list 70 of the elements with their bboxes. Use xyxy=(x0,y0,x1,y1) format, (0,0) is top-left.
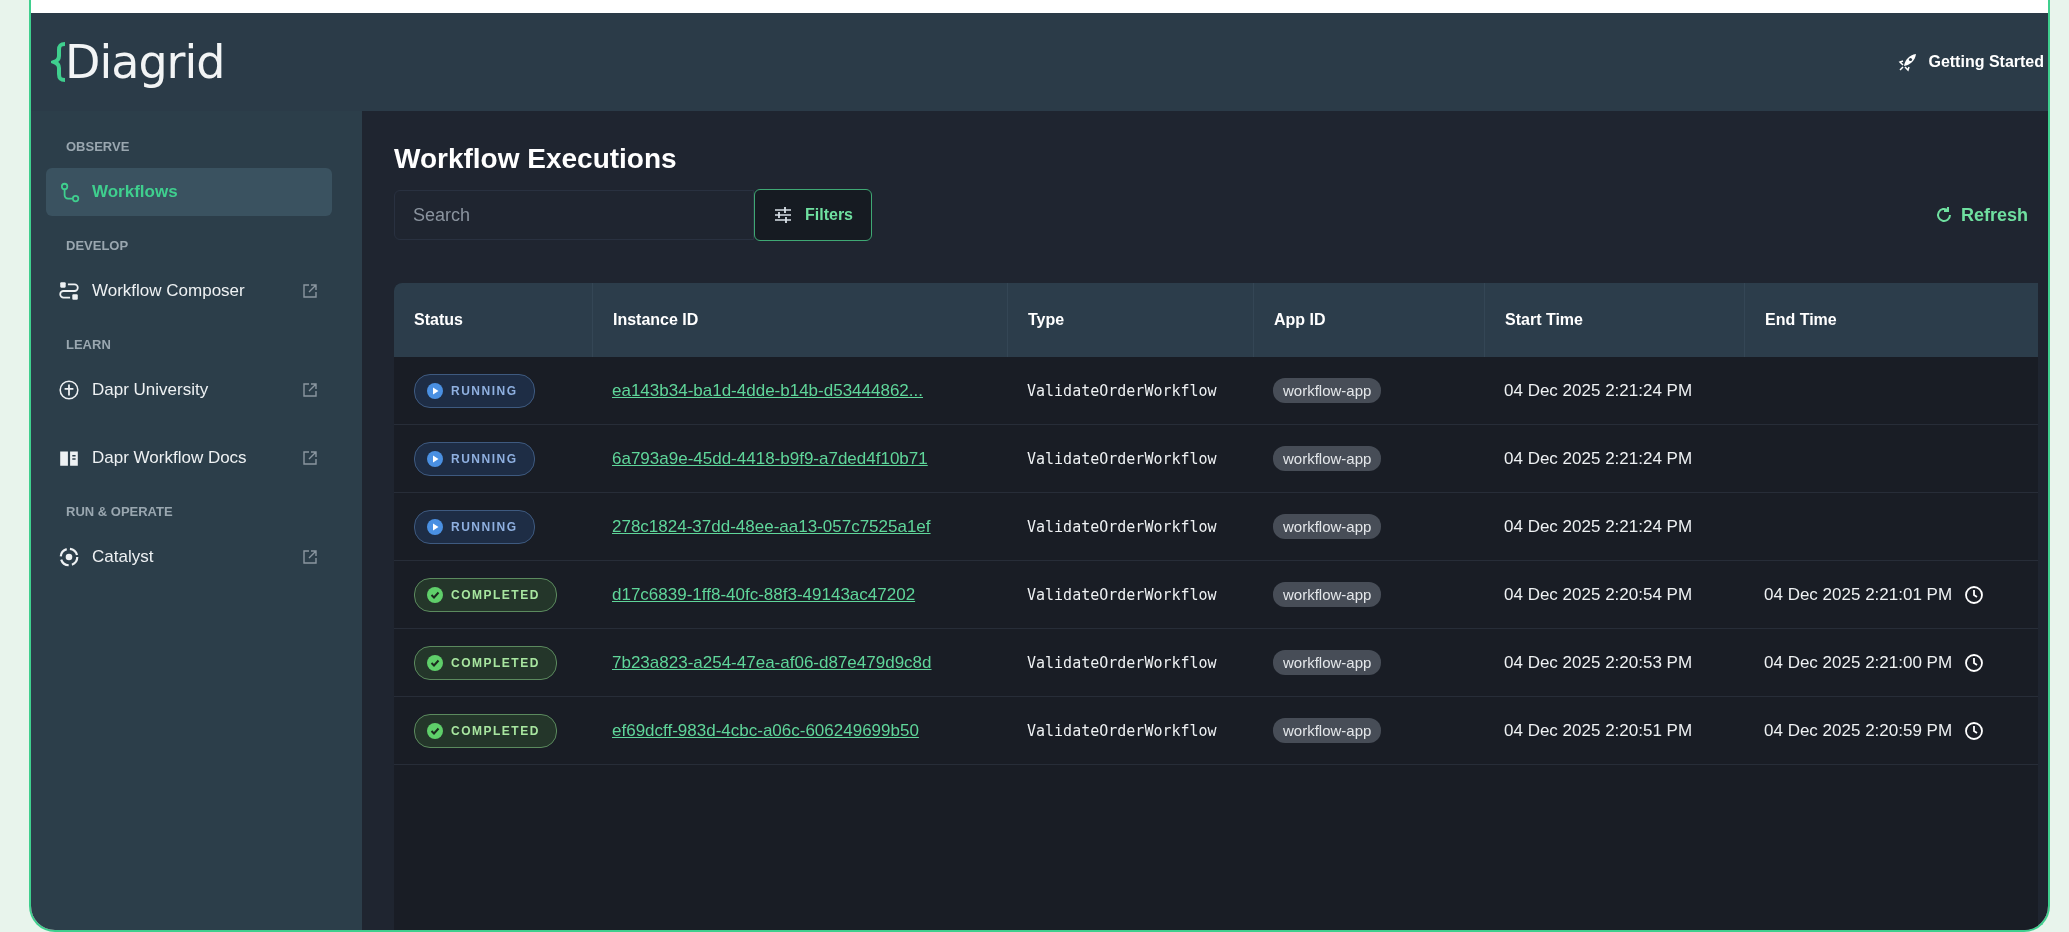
column-header: App ID xyxy=(1253,283,1484,357)
clock-icon xyxy=(1964,720,1985,741)
type-cell: ValidateOrderWorkflow xyxy=(1027,381,1217,400)
logo[interactable]: Diagrid xyxy=(65,35,225,89)
app-id-tag: workflow-app xyxy=(1273,446,1382,471)
status-badge: COMPLETED xyxy=(414,645,557,680)
sidebar-item[interactable]: Catalyst xyxy=(46,533,332,581)
section-heading: LEARN xyxy=(65,336,112,354)
rocket-icon xyxy=(1898,52,1919,72)
status-badge: RUNNING xyxy=(414,509,535,544)
status-badge: RUNNING xyxy=(414,373,535,408)
status-badge: COMPLETED xyxy=(414,713,557,748)
app-id-tag: workflow-app xyxy=(1273,650,1382,675)
section-heading: OBSERVE xyxy=(65,138,131,156)
sidebar-item[interactable]: Workflows xyxy=(46,168,332,216)
start-time-cell: 04 Dec 2025 2:20:54 PM xyxy=(1504,584,1693,605)
play-icon xyxy=(427,450,443,467)
sliders-icon xyxy=(773,205,793,225)
page-title: Workflow Executions xyxy=(394,143,678,175)
status-badge: RUNNING xyxy=(414,441,535,476)
app-id-tag: workflow-app xyxy=(1273,718,1382,743)
check-icon xyxy=(427,722,443,739)
start-time-cell: 04 Dec 2025 2:20:53 PM xyxy=(1504,652,1693,673)
type-cell: ValidateOrderWorkflow xyxy=(1027,449,1217,468)
check-icon xyxy=(427,586,443,603)
column-header: Instance ID xyxy=(592,283,1007,357)
section-heading: DEVELOP xyxy=(65,237,130,255)
sidebar-item[interactable]: Dapr University xyxy=(46,366,332,414)
app-id-tag: workflow-app xyxy=(1273,378,1382,403)
start-time-cell: 04 Dec 2025 2:21:24 PM xyxy=(1504,380,1693,401)
nav-icon xyxy=(58,546,80,568)
app-id-tag: workflow-app xyxy=(1273,582,1382,607)
column-header: Type xyxy=(1007,283,1253,357)
section-heading: RUN & OPERATE xyxy=(65,503,174,521)
app-id-tag: workflow-app xyxy=(1273,514,1382,539)
status-badge: COMPLETED xyxy=(414,577,557,612)
end-time-cell: 04 Dec 2025 2:21:01 PM xyxy=(1764,584,1953,605)
clock-icon xyxy=(1964,652,1985,673)
play-icon xyxy=(427,518,443,535)
clock-icon xyxy=(1964,584,1985,605)
nav-icon xyxy=(58,280,80,302)
start-time-cell: 04 Dec 2025 2:21:24 PM xyxy=(1504,448,1693,469)
play-icon xyxy=(427,382,443,399)
type-cell: ValidateOrderWorkflow xyxy=(1027,585,1217,604)
instance-id-link[interactable]: ef69dcff-983d-4cbc-a06c-606249699b50 xyxy=(612,720,919,741)
end-time-cell: 04 Dec 2025 2:21:00 PM xyxy=(1764,652,1953,673)
column-header: Status xyxy=(394,283,592,357)
end-time-cell: 04 Dec 2025 2:20:59 PM xyxy=(1764,720,1953,741)
type-cell: ValidateOrderWorkflow xyxy=(1027,721,1217,740)
getting-started-button[interactable]: Getting Started xyxy=(1892,51,2048,73)
nav-icon xyxy=(58,379,80,401)
start-time-cell: 04 Dec 2025 2:20:51 PM xyxy=(1504,720,1693,741)
filters-button[interactable]: Filters xyxy=(754,189,872,241)
instance-id-link[interactable]: 7b23a823-a254-47ea-af06-d87e479d9c8d xyxy=(612,652,932,673)
refresh-button[interactable]: Refresh xyxy=(1928,203,2034,227)
instance-id-link[interactable]: 6a793a9e-45dd-4418-b9f9-a7ded4f10b71 xyxy=(612,448,928,469)
check-icon xyxy=(427,654,443,671)
nav-icon xyxy=(58,181,80,203)
column-header: Start Time xyxy=(1484,283,1744,357)
instance-id-link[interactable]: 278c1824-37dd-48ee-aa13-057c7525a1ef xyxy=(612,516,931,537)
column-header: End Time xyxy=(1744,283,2038,357)
start-time-cell: 04 Dec 2025 2:21:24 PM xyxy=(1504,516,1693,537)
type-cell: ValidateOrderWorkflow xyxy=(1027,653,1217,672)
search-field[interactable]: Search xyxy=(394,190,754,240)
sidebar-item[interactable]: Dapr Workflow Docs xyxy=(46,434,332,482)
type-cell: ValidateOrderWorkflow xyxy=(1027,517,1217,536)
refresh-icon xyxy=(1934,206,1953,224)
instance-id-link[interactable]: ea143b34-ba1d-4dde-b14b-d53444862... xyxy=(612,380,923,401)
instance-id-link[interactable]: d17c6839-1ff8-40fc-88f3-49143ac47202 xyxy=(612,584,916,605)
sidebar-item[interactable]: Workflow Composer xyxy=(46,267,332,315)
